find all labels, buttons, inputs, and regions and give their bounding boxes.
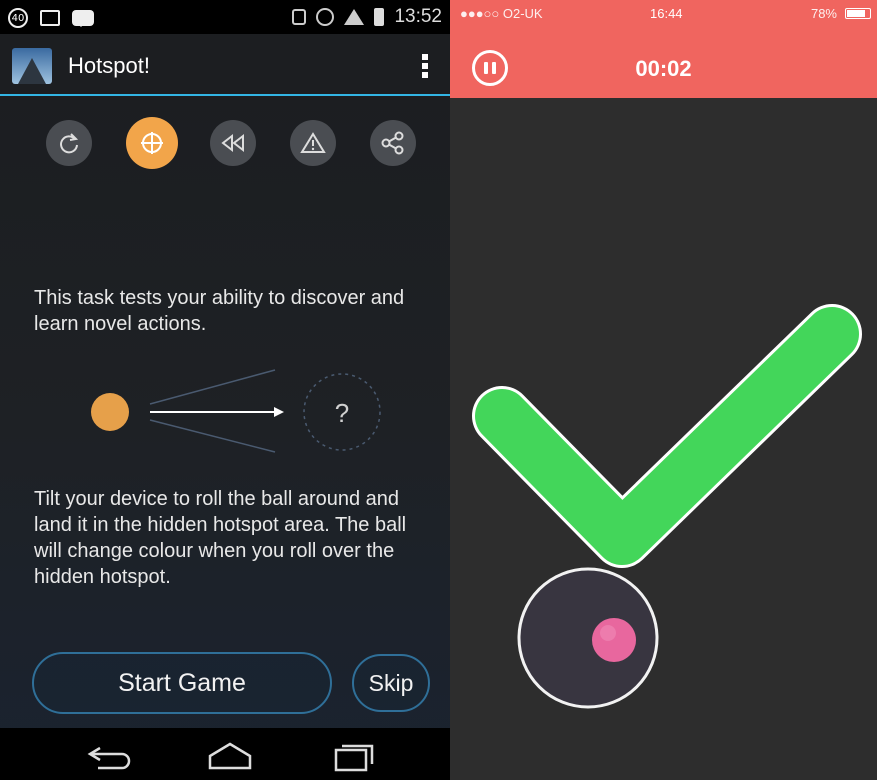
- battery-percent: 78%: [810, 6, 837, 21]
- ball-illustration: [91, 393, 129, 431]
- overflow-menu-icon[interactable]: [422, 54, 428, 78]
- android-nav-bar: [0, 728, 450, 780]
- toolbar-icons: [46, 117, 416, 169]
- android-status-time: 13:52: [394, 6, 442, 27]
- ios-game-screen: ●●●○○ O2-UK 16:44 78% 00:02: [450, 0, 877, 780]
- android-screen: 40 13:52 Hotspot! This task tests your a…: [0, 0, 450, 780]
- question-mark: ?: [335, 398, 349, 428]
- app-bar: Hotspot!: [0, 34, 450, 96]
- rewind-icon[interactable]: [210, 120, 256, 166]
- home-icon[interactable]: [208, 742, 252, 770]
- ios-status-time: 16:44: [650, 6, 683, 21]
- back-icon[interactable]: [87, 746, 131, 770]
- instructions-text: Tilt your device to roll the ball around…: [34, 488, 407, 588]
- recents-icon[interactable]: [334, 744, 374, 772]
- game-timer: 00:02: [635, 56, 692, 81]
- arrowhead: [274, 407, 284, 417]
- screenshot-icon: [40, 10, 60, 26]
- game-header: ●●●○○ O2-UK 16:44 78% 00:02: [450, 0, 877, 98]
- notification-badge: 40: [8, 8, 28, 28]
- vibrate-icon: [292, 9, 307, 25]
- app-title: Hotspot!: [68, 53, 150, 78]
- chat-icon: [72, 10, 94, 27]
- ball-diagram: ?: [91, 369, 381, 453]
- ball-highlight: [600, 625, 616, 641]
- battery-icon: [374, 8, 385, 26]
- game-area: [472, 304, 862, 709]
- warning-icon[interactable]: [290, 120, 336, 166]
- refresh-icon[interactable]: [46, 120, 92, 166]
- android-status-bar: 40 13:52: [0, 0, 450, 34]
- skip-button[interactable]: Skip: [352, 654, 430, 712]
- wifi-signal-icon: [344, 9, 365, 25]
- intro-text: This task tests your ability to discover…: [34, 287, 405, 335]
- app-logo[interactable]: [12, 48, 52, 84]
- dim-arrow-up: [149, 369, 276, 405]
- battery-icon: [845, 8, 871, 19]
- dim-arrow-down: [149, 419, 276, 453]
- target-icon[interactable]: [126, 117, 178, 169]
- carrier-signal: ●●●○○ O2-UK: [460, 6, 543, 21]
- rolling-ball[interactable]: [592, 618, 636, 662]
- alarm-icon: [316, 8, 335, 26]
- share-icon[interactable]: [370, 120, 416, 166]
- start-game-button[interactable]: Start Game: [32, 652, 332, 714]
- hotspot-target: [517, 567, 659, 709]
